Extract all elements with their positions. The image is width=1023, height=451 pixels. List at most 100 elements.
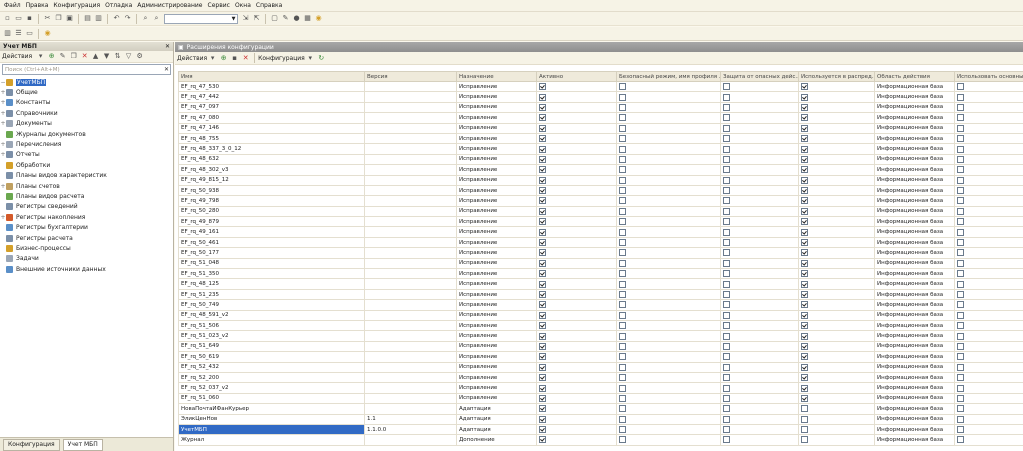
table-row[interactable]: EF_rq_50_619 Исправление Информационная ба… (178, 351, 1023, 363)
table-row[interactable]: EF_rq_49_798 Исправление Информационная ба… (178, 195, 1023, 207)
active-checkbox[interactable] (539, 311, 546, 319)
distributed-checkbox[interactable] (801, 363, 808, 371)
table-row[interactable]: EF_rq_47_080 Исправление Информационная ба… (178, 112, 1023, 124)
distributed-checkbox[interactable] (801, 426, 808, 434)
use-main-checkbox[interactable] (957, 187, 964, 195)
column-header[interactable]: Безопасный режим, имя профиля ... (616, 71, 721, 82)
unsafe-protection-checkbox[interactable] (723, 93, 730, 101)
safe-mode-checkbox[interactable] (619, 436, 626, 444)
tree-item[interactable]: − УчетМБП (0, 77, 173, 87)
distributed-checkbox[interactable] (801, 124, 808, 132)
use-main-checkbox[interactable] (957, 332, 964, 340)
distributed-checkbox[interactable] (801, 301, 808, 309)
use-main-checkbox[interactable] (957, 405, 964, 413)
unsafe-protection-checkbox[interactable] (723, 415, 730, 423)
tree-item[interactable]: Планы видов расчета (0, 191, 173, 201)
use-main-checkbox[interactable] (957, 239, 964, 247)
distributed-checkbox[interactable] (801, 228, 808, 236)
settings-icon[interactable]: ⚙ (135, 52, 144, 61)
tree-item[interactable]: Бизнес-процессы (0, 243, 173, 253)
unsafe-protection-checkbox[interactable] (723, 270, 730, 278)
active-checkbox[interactable] (539, 124, 546, 132)
active-checkbox[interactable] (539, 353, 546, 361)
menu-item[interactable]: Правка (26, 2, 49, 9)
use-main-checkbox[interactable] (957, 83, 964, 91)
use-main-checkbox[interactable] (957, 176, 964, 184)
distributed-checkbox[interactable] (801, 145, 808, 153)
table-row[interactable]: EF_rq_50_749 Исправление Информационная ба… (178, 299, 1023, 311)
unsafe-protection-checkbox[interactable] (723, 145, 730, 153)
distributed-checkbox[interactable] (801, 103, 808, 111)
refresh-icon[interactable]: ↻ (317, 54, 326, 63)
tree-item[interactable]: + Перечисления (0, 139, 173, 149)
preview-icon[interactable]: ▥ (94, 14, 103, 23)
tree-item[interactable]: + Планы счетов (0, 181, 173, 191)
use-main-checkbox[interactable] (957, 374, 964, 382)
sort-icon[interactable]: ⇅ (113, 52, 122, 61)
table-row[interactable]: EF_rq_51_649 Исправление Информационная ба… (178, 340, 1023, 353)
safe-mode-checkbox[interactable] (619, 218, 626, 226)
use-main-checkbox[interactable] (957, 280, 964, 288)
table-row[interactable]: EF_rq_48_591_v2 Исправление Информационная… (178, 309, 1023, 322)
safe-mode-checkbox[interactable] (619, 249, 626, 257)
active-checkbox[interactable] (539, 415, 546, 423)
menu-item[interactable]: Справка (256, 2, 282, 9)
distributed-checkbox[interactable] (801, 93, 808, 101)
active-checkbox[interactable] (539, 228, 546, 236)
distributed-checkbox[interactable] (801, 384, 808, 392)
column-header[interactable]: Защита от опасных дейс... (720, 71, 799, 82)
actions-menu[interactable]: Действия (2, 53, 32, 60)
safe-mode-checkbox[interactable] (619, 83, 626, 91)
unsafe-protection-checkbox[interactable] (723, 332, 730, 340)
unsafe-protection-checkbox[interactable] (723, 187, 730, 195)
use-main-checkbox[interactable] (957, 249, 964, 257)
add-icon[interactable]: ⊕ (47, 52, 56, 61)
active-checkbox[interactable] (539, 93, 546, 101)
safe-mode-checkbox[interactable] (619, 166, 626, 174)
unsafe-protection-checkbox[interactable] (723, 436, 730, 444)
active-checkbox[interactable] (539, 291, 546, 298)
table-row[interactable]: ЭликЦенНов 1.1 Адаптация Информационная баз… (178, 413, 1023, 425)
safe-mode-checkbox[interactable] (619, 311, 626, 319)
new-file-icon[interactable]: ▫ (3, 14, 12, 23)
active-checkbox[interactable] (539, 103, 546, 111)
safe-mode-checkbox[interactable] (619, 322, 626, 330)
active-checkbox[interactable] (539, 363, 546, 371)
use-main-checkbox[interactable] (957, 166, 964, 174)
unsafe-protection-checkbox[interactable] (723, 291, 730, 298)
table-row[interactable]: Журнал Дополнение Информационная база (178, 434, 1023, 446)
table-row[interactable]: НоваПочтаИФанКурьер Адаптация Информационн… (178, 403, 1023, 415)
table-row[interactable]: EF_rq_51_235 Исправление Информационная ба… (178, 288, 1023, 301)
combo-arrow-icon[interactable]: ▼ (230, 15, 237, 23)
open-file-icon[interactable]: ▭ (14, 14, 23, 23)
unsafe-protection-checkbox[interactable] (723, 207, 730, 215)
unsafe-protection-checkbox[interactable] (723, 259, 730, 267)
table-row[interactable]: EF_rq_50_461 Исправление Информационная ба… (178, 236, 1023, 249)
table-row[interactable]: EF_rq_47_097 Исправление Информационная ба… (178, 101, 1023, 114)
update-icon[interactable]: ◉ (43, 29, 52, 38)
tree-item[interactable]: Обработки (0, 160, 173, 170)
menu-item[interactable]: Отладка (105, 2, 132, 9)
tree-item[interactable]: + Общие (0, 87, 173, 97)
column-header[interactable]: Активно (536, 71, 617, 82)
table-row[interactable]: EF_rq_48_632 Исправление Информационная ба… (178, 153, 1023, 166)
table-row[interactable]: EF_rq_52_432 Исправление Информационная ба… (178, 361, 1023, 373)
table-row[interactable]: EF_rq_50_280 Исправление Информационная ба… (178, 205, 1023, 218)
table-row[interactable]: EF_rq_50_938 Исправление Информационная ба… (178, 184, 1023, 197)
safe-mode-checkbox[interactable] (619, 135, 626, 143)
use-main-checkbox[interactable] (957, 363, 964, 371)
redo-icon[interactable]: ↷ (123, 14, 132, 23)
distributed-checkbox[interactable] (801, 249, 808, 257)
table-row[interactable]: EF_rq_48_302_v3 Исправление Информационная… (178, 164, 1023, 176)
distributed-checkbox[interactable] (801, 207, 808, 215)
unsafe-protection-checkbox[interactable] (723, 166, 730, 174)
menu-item[interactable]: Окна (235, 2, 251, 9)
unsafe-protection-checkbox[interactable] (723, 197, 730, 205)
use-main-checkbox[interactable] (957, 135, 964, 143)
clear-search-icon[interactable]: ✕ (164, 66, 169, 73)
configuration-menu[interactable]: Конфигурация (258, 55, 305, 62)
use-main-checkbox[interactable] (957, 228, 964, 236)
distributed-checkbox[interactable] (801, 322, 808, 330)
move-up-icon[interactable]: ▲ (91, 52, 100, 61)
delete-icon[interactable]: ✕ (80, 52, 89, 61)
